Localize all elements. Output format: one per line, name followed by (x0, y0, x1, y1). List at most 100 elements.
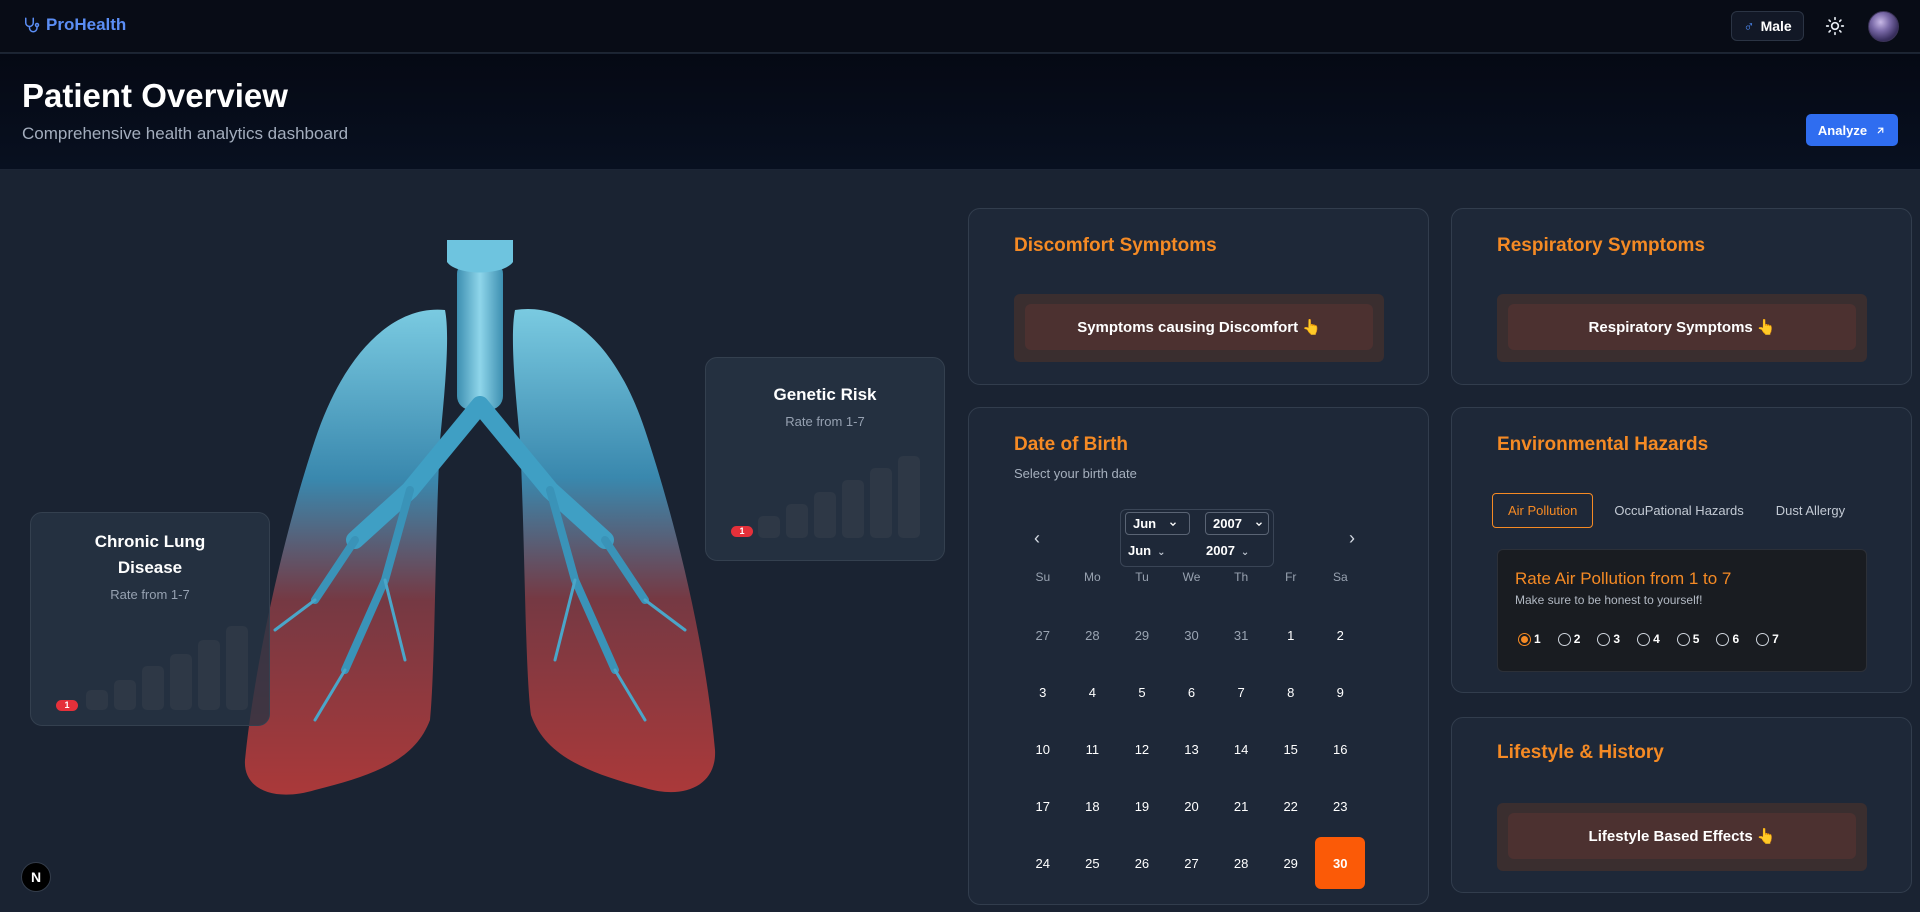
calendar-day[interactable]: 29 (1266, 837, 1316, 889)
rating-option-5[interactable]: 5 (1676, 632, 1699, 646)
calendar-day[interactable]: 19 (1117, 780, 1167, 832)
calendar-day[interactable]: 23 (1315, 780, 1365, 832)
user-avatar[interactable] (1868, 11, 1899, 42)
respiratory-button-wrapper: Respiratory Symptoms 👆 (1497, 294, 1867, 362)
calendar-day[interactable]: 4 (1068, 666, 1118, 718)
calendar-day[interactable]: 16 (1315, 723, 1365, 775)
brand-link[interactable]: ProHealth (22, 15, 126, 35)
calendar-day[interactable]: 1 (1266, 609, 1316, 661)
calendar-day[interactable]: 27 (1167, 837, 1217, 889)
calendar-week: 3 4 5 6 7 8 9 (1018, 666, 1365, 723)
environmental-hazards-title: Environmental Hazards (1497, 434, 1709, 455)
dev-tools-badge[interactable]: N (21, 862, 51, 892)
month-select[interactable]: Jun (1125, 512, 1190, 535)
rating-bar-4[interactable] (142, 666, 164, 710)
calendar-day-outside[interactable]: 27 (1018, 609, 1068, 661)
radio-checked-icon (1518, 632, 1531, 646)
calendar-day[interactable]: 5 (1117, 666, 1167, 718)
weekday-header: Su Mo Tu We Th Fr Sa (1018, 570, 1365, 584)
tab-air-pollution[interactable]: Air Pollution (1492, 493, 1594, 528)
rating-option-4[interactable]: 4 (1637, 632, 1660, 646)
radio-icon (1557, 632, 1571, 646)
chronic-rating-badge[interactable]: 1 (56, 700, 78, 711)
rating-bar-3[interactable] (114, 680, 136, 710)
tab-dust-allergy[interactable]: Dust Allergy (1761, 494, 1860, 527)
calendar-day[interactable]: 20 (1167, 780, 1217, 832)
lungs-illustration (244, 240, 716, 795)
rating-bar-6[interactable] (870, 468, 892, 538)
rating-bar-7[interactable] (226, 626, 248, 710)
calendar-day[interactable]: 14 (1216, 723, 1266, 775)
rating-bar-5[interactable] (170, 654, 192, 710)
calendar-day-selected[interactable]: 30 (1315, 837, 1366, 889)
month-select-value: Jun (1133, 516, 1157, 531)
discomfort-button-wrapper: Symptoms causing Discomfort 👆 (1014, 294, 1384, 362)
lifestyle-history-panel: Lifestyle & History Lifestyle Based Effe… (1451, 717, 1912, 893)
genetic-risk-card[interactable]: Genetic Risk Rate from 1-7 1 (705, 357, 945, 561)
next-month-icon[interactable]: › (1349, 528, 1355, 549)
previous-month-icon[interactable]: ‹ (1034, 528, 1040, 549)
calendar-day[interactable]: 3 (1018, 666, 1068, 718)
rating-option-1[interactable]: 1 (1518, 632, 1541, 646)
respiratory-symptoms-title: Respiratory Symptoms (1497, 235, 1706, 256)
rating-bar-2[interactable] (758, 516, 780, 538)
rating-option-6[interactable]: 6 (1716, 632, 1739, 646)
rating-bar-2[interactable] (86, 690, 108, 710)
rating-bar-4[interactable] (814, 492, 836, 538)
rating-option-3[interactable]: 3 (1597, 632, 1620, 646)
stethoscope-icon (25, 17, 40, 33)
analyze-button[interactable]: Analyze (1806, 114, 1898, 146)
chronic-rating-bars (86, 626, 248, 710)
calendar-day[interactable]: 8 (1266, 666, 1316, 718)
rating-option-2[interactable]: 2 (1557, 632, 1580, 646)
page-header: Patient Overview Comprehensive health an… (0, 54, 1920, 170)
sun-icon[interactable] (1825, 16, 1845, 36)
rating-bar-6[interactable] (198, 640, 220, 710)
genetic-rating-badge[interactable]: 1 (731, 526, 753, 537)
rating-option-7[interactable]: 7 (1756, 632, 1779, 646)
page-title: Patient Overview (22, 77, 288, 114)
calendar-day[interactable]: 13 (1167, 723, 1217, 775)
calendar-day-outside[interactable]: 30 (1167, 609, 1217, 661)
chronic-lung-disease-card[interactable]: Chronic Lung Disease Rate from 1-7 1 (30, 512, 270, 726)
date-of-birth-panel: Date of Birth Select your birth date ‹ ›… (968, 407, 1429, 905)
rating-bar-5[interactable] (842, 480, 864, 538)
weekday-label: Tu (1135, 570, 1149, 584)
respiratory-symptoms-button[interactable]: Respiratory Symptoms 👆 (1508, 304, 1856, 350)
hazard-tabs: Air Pollution OccuPational Hazards Dust … (1492, 493, 1862, 528)
calendar-day[interactable]: 22 (1266, 780, 1316, 832)
calendar-day-outside[interactable]: 28 (1068, 609, 1118, 661)
symptoms-discomfort-button[interactable]: Symptoms causing Discomfort 👆 (1025, 304, 1373, 350)
calendar-day[interactable]: 18 (1068, 780, 1118, 832)
tab-occupational-hazards[interactable]: OccuPational Hazards (1599, 494, 1758, 527)
rating-option-label: 7 (1772, 632, 1779, 646)
lifestyle-effects-button[interactable]: Lifestyle Based Effects 👆 (1508, 813, 1856, 859)
calendar-day[interactable]: 11 (1068, 723, 1118, 775)
date-of-birth-subtitle: Select your birth date (1014, 466, 1137, 481)
weekday-label: Sa (1333, 570, 1348, 584)
calendar-day[interactable]: 10 (1018, 723, 1068, 775)
year-select[interactable]: 2007 (1205, 512, 1269, 535)
calendar-day[interactable]: 21 (1216, 780, 1266, 832)
lifestyle-history-title: Lifestyle & History (1497, 742, 1664, 763)
calendar-day[interactable]: 17 (1018, 780, 1068, 832)
chevron-down-icon: ⌄ (1157, 547, 1166, 558)
calendar-day[interactable]: 12 (1117, 723, 1167, 775)
rating-bar-7[interactable] (898, 456, 920, 538)
calendar-day-outside[interactable]: 29 (1117, 609, 1167, 661)
calendar-day-outside[interactable]: 31 (1216, 609, 1266, 661)
calendar-day[interactable]: 24 (1018, 837, 1068, 889)
calendar-day[interactable]: 2 (1315, 609, 1365, 661)
calendar-day[interactable]: 7 (1216, 666, 1266, 718)
calendar-day[interactable]: 6 (1167, 666, 1217, 718)
calendar-day[interactable]: 9 (1315, 666, 1365, 718)
gender-toggle-button[interactable]: ♂ Male (1731, 11, 1804, 41)
rating-bar-3[interactable] (786, 504, 808, 538)
radio-icon (1716, 632, 1730, 646)
genetic-risk-subtitle: Rate from 1-7 (785, 414, 865, 429)
calendar-day[interactable]: 26 (1117, 837, 1167, 889)
brand-name: ProHealth (46, 15, 127, 34)
calendar-day[interactable]: 25 (1068, 837, 1118, 889)
calendar-day[interactable]: 28 (1216, 837, 1266, 889)
calendar-day[interactable]: 15 (1266, 723, 1316, 775)
